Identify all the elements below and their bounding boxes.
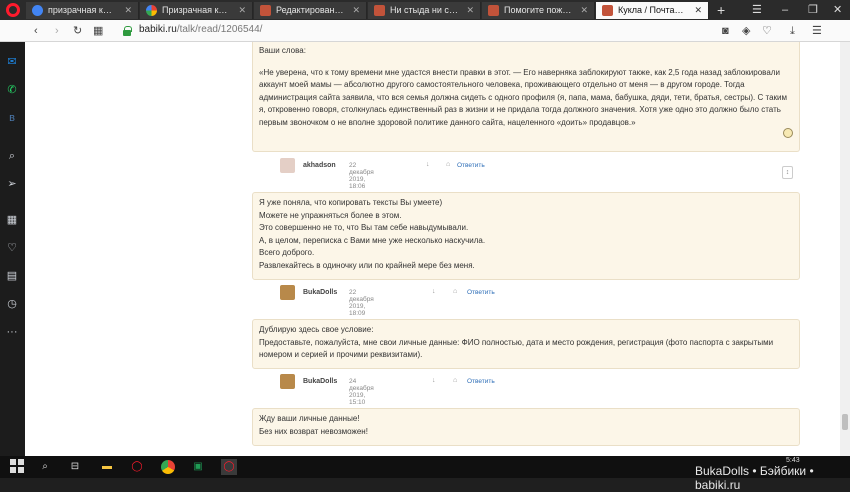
reply-link[interactable]: Ответить (467, 289, 495, 296)
search-icon[interactable]: ⌕ (37, 459, 53, 475)
download-icon[interactable]: ⤓ (790, 23, 795, 39)
tab-strip: призрачная красота сл ✕ Призрачная красо… (0, 0, 850, 20)
quoted-text: «Не уверена, что к тому времени мне удас… (259, 67, 787, 127)
opera-menu-icon[interactable] (6, 3, 20, 17)
page-scrollbar[interactable] (840, 42, 850, 456)
tab-1[interactable]: призрачная красота сл ✕ (26, 2, 139, 19)
comment-author[interactable]: BukaDolls (303, 378, 337, 385)
windows-start-icon[interactable] (9, 459, 25, 475)
avatar[interactable] (280, 374, 295, 389)
new-tab-button[interactable]: + (717, 2, 725, 18)
chrome-taskbar-icon[interactable] (160, 459, 176, 475)
tab-5[interactable]: Помогите пожалуйста р ✕ (482, 2, 595, 19)
comment-line: Развлекайтесь в одиночку или по крайней … (259, 260, 475, 270)
tab-4[interactable]: Ни стыда ни совести / Б ✕ (368, 2, 481, 19)
comment-line: Это совершенно не то, что Вы там себе на… (259, 223, 469, 233)
close-tab-icon[interactable]: ✕ (124, 2, 132, 19)
avatar[interactable] (280, 158, 295, 173)
tab-2[interactable]: Призрачная красота / С ✕ (140, 2, 253, 19)
tab-6-active[interactable]: Кукла / Почта / Бэйбик ✕ (596, 2, 709, 19)
comment-line: Дублирую здесь свое условие: (259, 325, 374, 334)
search-icon[interactable]: ⌕ (4, 148, 20, 164)
comment-date: 22 декабря 2019, 18:09 (349, 289, 374, 317)
opera-sidebar: ✉ ✆ в ⌕ ➢ ▦ ♡ ▤ ◷ ··· (0, 42, 25, 456)
babiki-favicon-icon (260, 5, 271, 16)
url-field[interactable]: babiki.ru/talk/read/1206544/ (139, 24, 262, 35)
news-icon[interactable]: ▤ (4, 268, 20, 284)
file-explorer-icon[interactable]: ▬ (99, 459, 115, 475)
delete-icon[interactable]: ⌂ (453, 377, 457, 384)
speed-dial-icon[interactable]: ▦ (4, 212, 20, 228)
comment-date: 22 декабря 2019, 18:06 (349, 162, 374, 190)
clock[interactable]: 5:43 (786, 457, 800, 464)
comment-author[interactable]: akhadson (303, 162, 336, 169)
quote-header: Ваши слова: (259, 46, 306, 55)
loading-indicator-icon (783, 128, 793, 138)
extensions-icon[interactable]: ☰ (812, 23, 822, 39)
comment-bubble: Я уже поняла, что копировать тексты Вы у… (252, 192, 800, 280)
comment-line: Без них возврат невозможен! (259, 426, 368, 436)
maximize-button[interactable]: ❐ (808, 2, 818, 18)
whatsapp-icon[interactable]: ✆ (4, 82, 20, 98)
windows-taskbar: ⌕ ⊟ ▬ ◯ ▣ ◯ 5:43 BukaDolls • Бэйбики • b… (0, 456, 850, 492)
google-favicon-icon (32, 5, 43, 16)
vote-down-icon[interactable]: ↓ (432, 377, 436, 384)
comment-line: Я уже поняла, что копировать тексты Вы у… (259, 198, 443, 207)
reply-link[interactable]: Ответить (467, 378, 495, 385)
comment-line: Можете не упражняться более в этом. (259, 210, 402, 220)
comment-bubble: Жду ваши личные данные! Без них возврат … (252, 408, 800, 446)
close-tab-icon[interactable]: ✕ (238, 2, 246, 19)
scroll-to-top-button[interactable]: ↕ (782, 166, 793, 179)
scrollbar-thumb[interactable] (842, 414, 848, 430)
reload-icon[interactable]: ↻ (73, 23, 82, 39)
easy-setup-icon[interactable]: ☰ (752, 2, 762, 18)
close-window-button[interactable]: ✕ (833, 2, 842, 18)
vote-down-icon[interactable]: ↓ (426, 161, 430, 168)
messenger-icon[interactable]: ✉ (4, 54, 20, 70)
comment-author[interactable]: BukaDolls (303, 289, 337, 296)
address-bar: ‹ › ↻ ▦ babiki.ru/talk/read/1206544/ ◙ ◈… (0, 20, 850, 42)
vote-down-icon[interactable]: ↓ (432, 288, 436, 295)
task-view-icon[interactable]: ⊟ (67, 459, 83, 475)
vk-icon[interactable]: в (4, 110, 20, 126)
bookmark-heart-icon[interactable]: ♡ (762, 23, 772, 39)
opera-active-taskbar-icon[interactable]: ◯ (221, 459, 237, 475)
close-tab-icon[interactable]: ✕ (580, 2, 588, 19)
opera-taskbar-icon[interactable]: ◯ (129, 459, 145, 475)
close-tab-icon[interactable]: ✕ (352, 2, 360, 19)
watermark: BukaDolls • Бэйбики • babiki.ru (695, 464, 814, 492)
minimize-button[interactable]: – (782, 2, 788, 18)
history-icon[interactable]: ◷ (4, 296, 20, 312)
comment-line: Жду ваши личные данные! (259, 414, 360, 423)
secure-lock-icon[interactable] (123, 26, 132, 36)
bookmarks-heart-icon[interactable]: ♡ (4, 240, 20, 256)
vpn-icon[interactable]: ◈ (742, 23, 750, 39)
comment-line: Предоставьте, пожалуйста, мне свои личны… (259, 337, 774, 360)
tab-3[interactable]: Редактирование топика ✕ (254, 2, 367, 19)
site-favicon-icon (146, 5, 157, 16)
comment-line: Всего доброго. (259, 248, 315, 258)
comment-bubble: Дублирую здесь свое условие: Предоставьт… (252, 319, 800, 369)
snapshot-icon[interactable]: ◙ (722, 23, 729, 39)
more-icon[interactable]: ··· (4, 324, 20, 340)
comment-bubble: Ваши слова: «Не уверена, что к тому врем… (252, 42, 800, 152)
send-icon[interactable]: ➢ (4, 176, 20, 192)
close-tab-icon[interactable]: ✕ (466, 2, 474, 19)
close-tab-icon[interactable]: ✕ (694, 2, 702, 19)
babiki-favicon-icon (602, 5, 613, 16)
comment-date: 24 декабря 2019, 15:10 (349, 378, 374, 406)
webpage: Ваши слова: «Не уверена, что к тому врем… (25, 42, 840, 456)
excel-taskbar-icon[interactable]: ▣ (190, 459, 206, 475)
comment-line: А, в целом, переписка с Вами мне уже нес… (259, 235, 486, 245)
babiki-favicon-icon (374, 5, 385, 16)
delete-icon[interactable]: ⌂ (446, 161, 450, 168)
babiki-favicon-icon (488, 5, 499, 16)
back-icon[interactable]: ‹ (34, 23, 38, 39)
reply-link[interactable]: Ответить (457, 162, 485, 169)
avatar[interactable] (280, 285, 295, 300)
forward-icon[interactable]: › (55, 23, 59, 39)
speed-dial-icon[interactable]: ▦ (93, 23, 103, 39)
delete-icon[interactable]: ⌂ (453, 288, 457, 295)
